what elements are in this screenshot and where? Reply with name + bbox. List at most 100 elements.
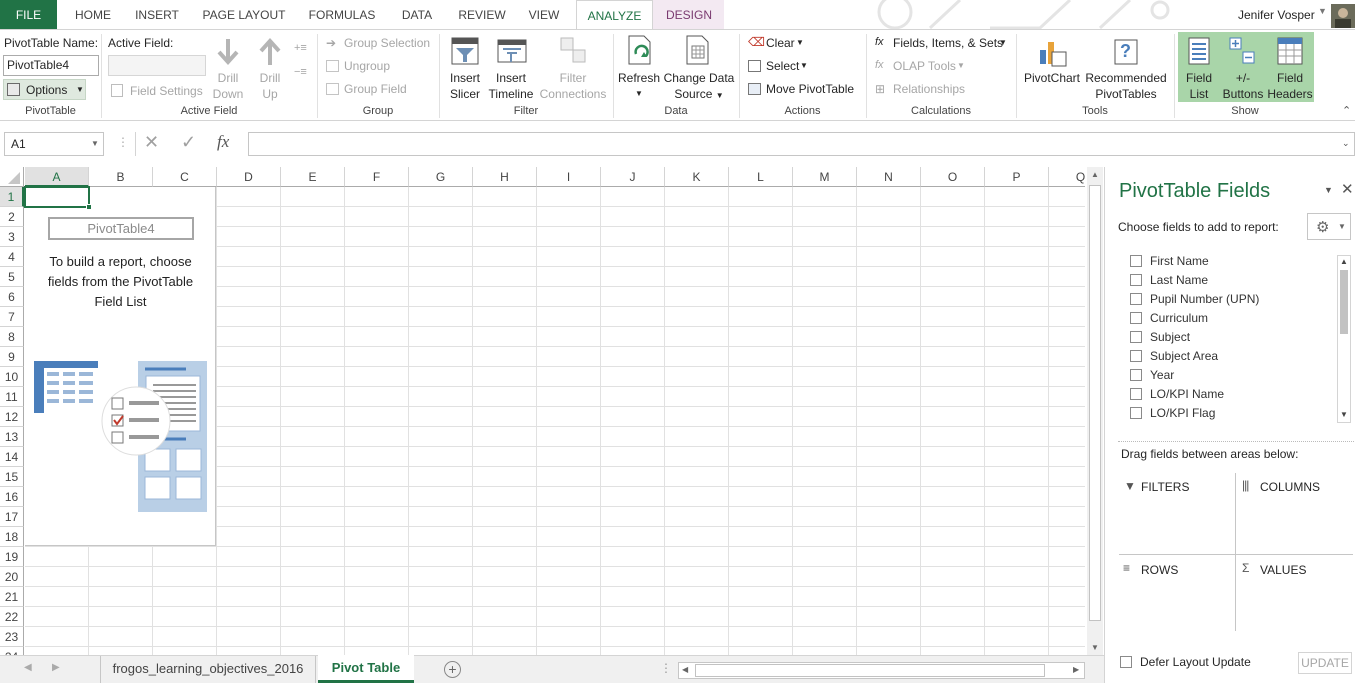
row-header[interactable]: 22 <box>0 607 24 627</box>
field-list-scrollbar[interactable]: ▲ ▼ <box>1337 255 1351 423</box>
column-header[interactable]: G <box>409 167 473 187</box>
fill-handle[interactable] <box>86 204 92 210</box>
column-header[interactable]: N <box>857 167 921 187</box>
enter-icon[interactable]: ✓ <box>181 132 196 153</box>
defer-checkbox[interactable] <box>1120 656 1132 668</box>
cancel-icon[interactable]: ✕ <box>144 132 159 153</box>
row-header[interactable]: 10 <box>0 367 24 387</box>
row-header[interactable]: 6 <box>0 287 24 307</box>
sheet-tab-pivot-table[interactable]: Pivot Table <box>318 655 414 683</box>
column-header[interactable]: Q <box>1049 167 1085 187</box>
scroll-left-icon[interactable]: ◀ <box>682 665 688 674</box>
avatar[interactable] <box>1331 4 1355 28</box>
sheet-tab-frogos[interactable]: frogos_learning_objectives_2016 <box>100 656 316 683</box>
column-header[interactable]: P <box>985 167 1049 187</box>
column-header[interactable]: C <box>153 167 217 187</box>
row-header[interactable]: 5 <box>0 267 24 287</box>
scroll-up-icon[interactable]: ▲ <box>1087 167 1103 183</box>
column-header[interactable]: J <box>601 167 665 187</box>
drill-up-button[interactable]: Drill Up <box>250 70 290 102</box>
column-header[interactable]: I <box>537 167 601 187</box>
column-header[interactable]: M <box>793 167 857 187</box>
field-scroll-thumb[interactable] <box>1340 270 1348 334</box>
clear-button[interactable]: ⌫ Clear ▼ <box>746 35 866 54</box>
new-sheet-icon[interactable]: + <box>444 661 461 678</box>
filters-area[interactable]: ▼ FILTERS <box>1119 473 1233 553</box>
checkbox[interactable] <box>1130 274 1142 286</box>
user-name[interactable]: Jenifer Vosper <box>1238 8 1315 22</box>
list-item[interactable]: Subject Area <box>1130 347 1218 366</box>
tab-file[interactable]: FILE <box>0 0 57 30</box>
column-header[interactable]: B <box>89 167 153 187</box>
expand-formula-bar-icon[interactable]: ⌄ <box>1342 138 1350 149</box>
tab-data[interactable]: DATA <box>392 0 442 30</box>
collapse-ribbon-icon[interactable]: ⌃ <box>1342 104 1351 117</box>
group-selection-button[interactable]: ➔ Group Selection <box>324 36 434 54</box>
row-header[interactable]: 8 <box>0 327 24 347</box>
row-header[interactable]: 13 <box>0 427 24 447</box>
row-header[interactable]: 1 <box>0 187 24 207</box>
column-header[interactable]: F <box>345 167 409 187</box>
insert-timeline-button[interactable]: Insert Timeline <box>487 70 535 102</box>
scroll-down-icon[interactable]: ▼ <box>1087 640 1103 655</box>
horizontal-scrollbar[interactable]: ◀ ▶ <box>678 662 1085 679</box>
filter-connections-button[interactable]: Filter Connections <box>537 70 609 102</box>
vertical-scroll-thumb[interactable] <box>1089 185 1101 621</box>
select-all-corner[interactable] <box>0 167 24 187</box>
relationships-button[interactable]: ⊞ Relationships <box>873 82 1013 100</box>
column-header[interactable]: K <box>665 167 729 187</box>
options-dropdown-icon[interactable]: ▼ <box>76 85 84 94</box>
tab-page-layout[interactable]: PAGE LAYOUT <box>194 0 294 30</box>
next-sheet-icon[interactable]: ▶ <box>52 662 60 673</box>
tab-analyze[interactable]: ANALYZE <box>576 0 653 31</box>
expand-field-icon[interactable]: +≡ <box>294 42 307 54</box>
insert-slicer-button[interactable]: Insert Slicer <box>444 70 486 102</box>
tab-split-grip-icon[interactable]: ⋮ <box>660 661 672 675</box>
list-item[interactable]: First Name <box>1130 252 1209 271</box>
column-header[interactable]: H <box>473 167 537 187</box>
row-header[interactable]: 9 <box>0 347 24 367</box>
refresh-button[interactable]: Refresh ▼ <box>617 70 661 102</box>
fields-items-sets-button[interactable]: fx Fields, Items, & Sets ▼ <box>873 36 1013 54</box>
worksheet-grid[interactable]: ABCDEFGHIJKLMNOPQ 1 2 3 4 5 6 7 8 9 10 11 12 13 14 15 1… <box>0 167 1085 655</box>
recommended-pivottables-button[interactable]: Recommended PivotTables <box>1083 70 1169 102</box>
row-header[interactable]: 14 <box>0 447 24 467</box>
row-header[interactable]: 3 <box>0 227 24 247</box>
insert-function-icon[interactable]: fx <box>217 132 229 152</box>
active-cell[interactable] <box>24 186 92 210</box>
field-headers-button[interactable]: Field Headers <box>1264 70 1316 102</box>
pane-options-dropdown-icon[interactable]: ▼ <box>1324 185 1333 195</box>
checkbox[interactable] <box>1130 369 1142 381</box>
user-dropdown-icon[interactable]: ▼ <box>1318 6 1327 16</box>
column-header[interactable]: L <box>729 167 793 187</box>
row-header[interactable]: 23 <box>0 627 24 647</box>
checkbox[interactable] <box>1130 388 1142 400</box>
row-header[interactable]: 24 <box>0 647 24 655</box>
group-field-button[interactable]: Group Field <box>324 82 434 100</box>
values-area[interactable]: Σ VALUES <box>1238 557 1352 631</box>
column-header[interactable]: D <box>217 167 281 187</box>
row-header[interactable]: 18 <box>0 527 24 547</box>
list-item[interactable]: Last Name <box>1130 271 1208 290</box>
list-item[interactable]: Pupil Number (UPN) <box>1130 290 1259 309</box>
prev-sheet-icon[interactable]: ◀ <box>24 662 32 673</box>
change-data-source-button[interactable]: Change Data Source ▼ <box>661 70 737 104</box>
row-header[interactable]: 15 <box>0 467 24 487</box>
field-settings-button[interactable]: Field Settings <box>108 82 208 100</box>
scroll-right-icon[interactable]: ▶ <box>1073 665 1079 674</box>
row-header[interactable]: 16 <box>0 487 24 507</box>
row-header[interactable]: 20 <box>0 567 24 587</box>
plus-minus-buttons-button[interactable]: +/- Buttons <box>1220 70 1266 102</box>
column-header[interactable]: A <box>25 167 89 187</box>
row-header[interactable]: 2 <box>0 207 24 227</box>
list-item[interactable]: Subject <box>1130 328 1190 347</box>
close-icon[interactable]: ✕ <box>1341 180 1354 198</box>
refresh-dropdown-icon[interactable]: ▼ <box>617 86 661 102</box>
checkbox[interactable] <box>1130 312 1142 324</box>
row-header[interactable]: 4 <box>0 247 24 267</box>
tab-view[interactable]: VIEW <box>522 0 566 30</box>
name-box[interactable]: A1 ▼ <box>4 132 104 156</box>
row-header[interactable]: 19 <box>0 547 24 567</box>
ungroup-button[interactable]: Ungroup <box>324 59 434 77</box>
rows-area[interactable]: ≡ ROWS <box>1119 557 1233 631</box>
